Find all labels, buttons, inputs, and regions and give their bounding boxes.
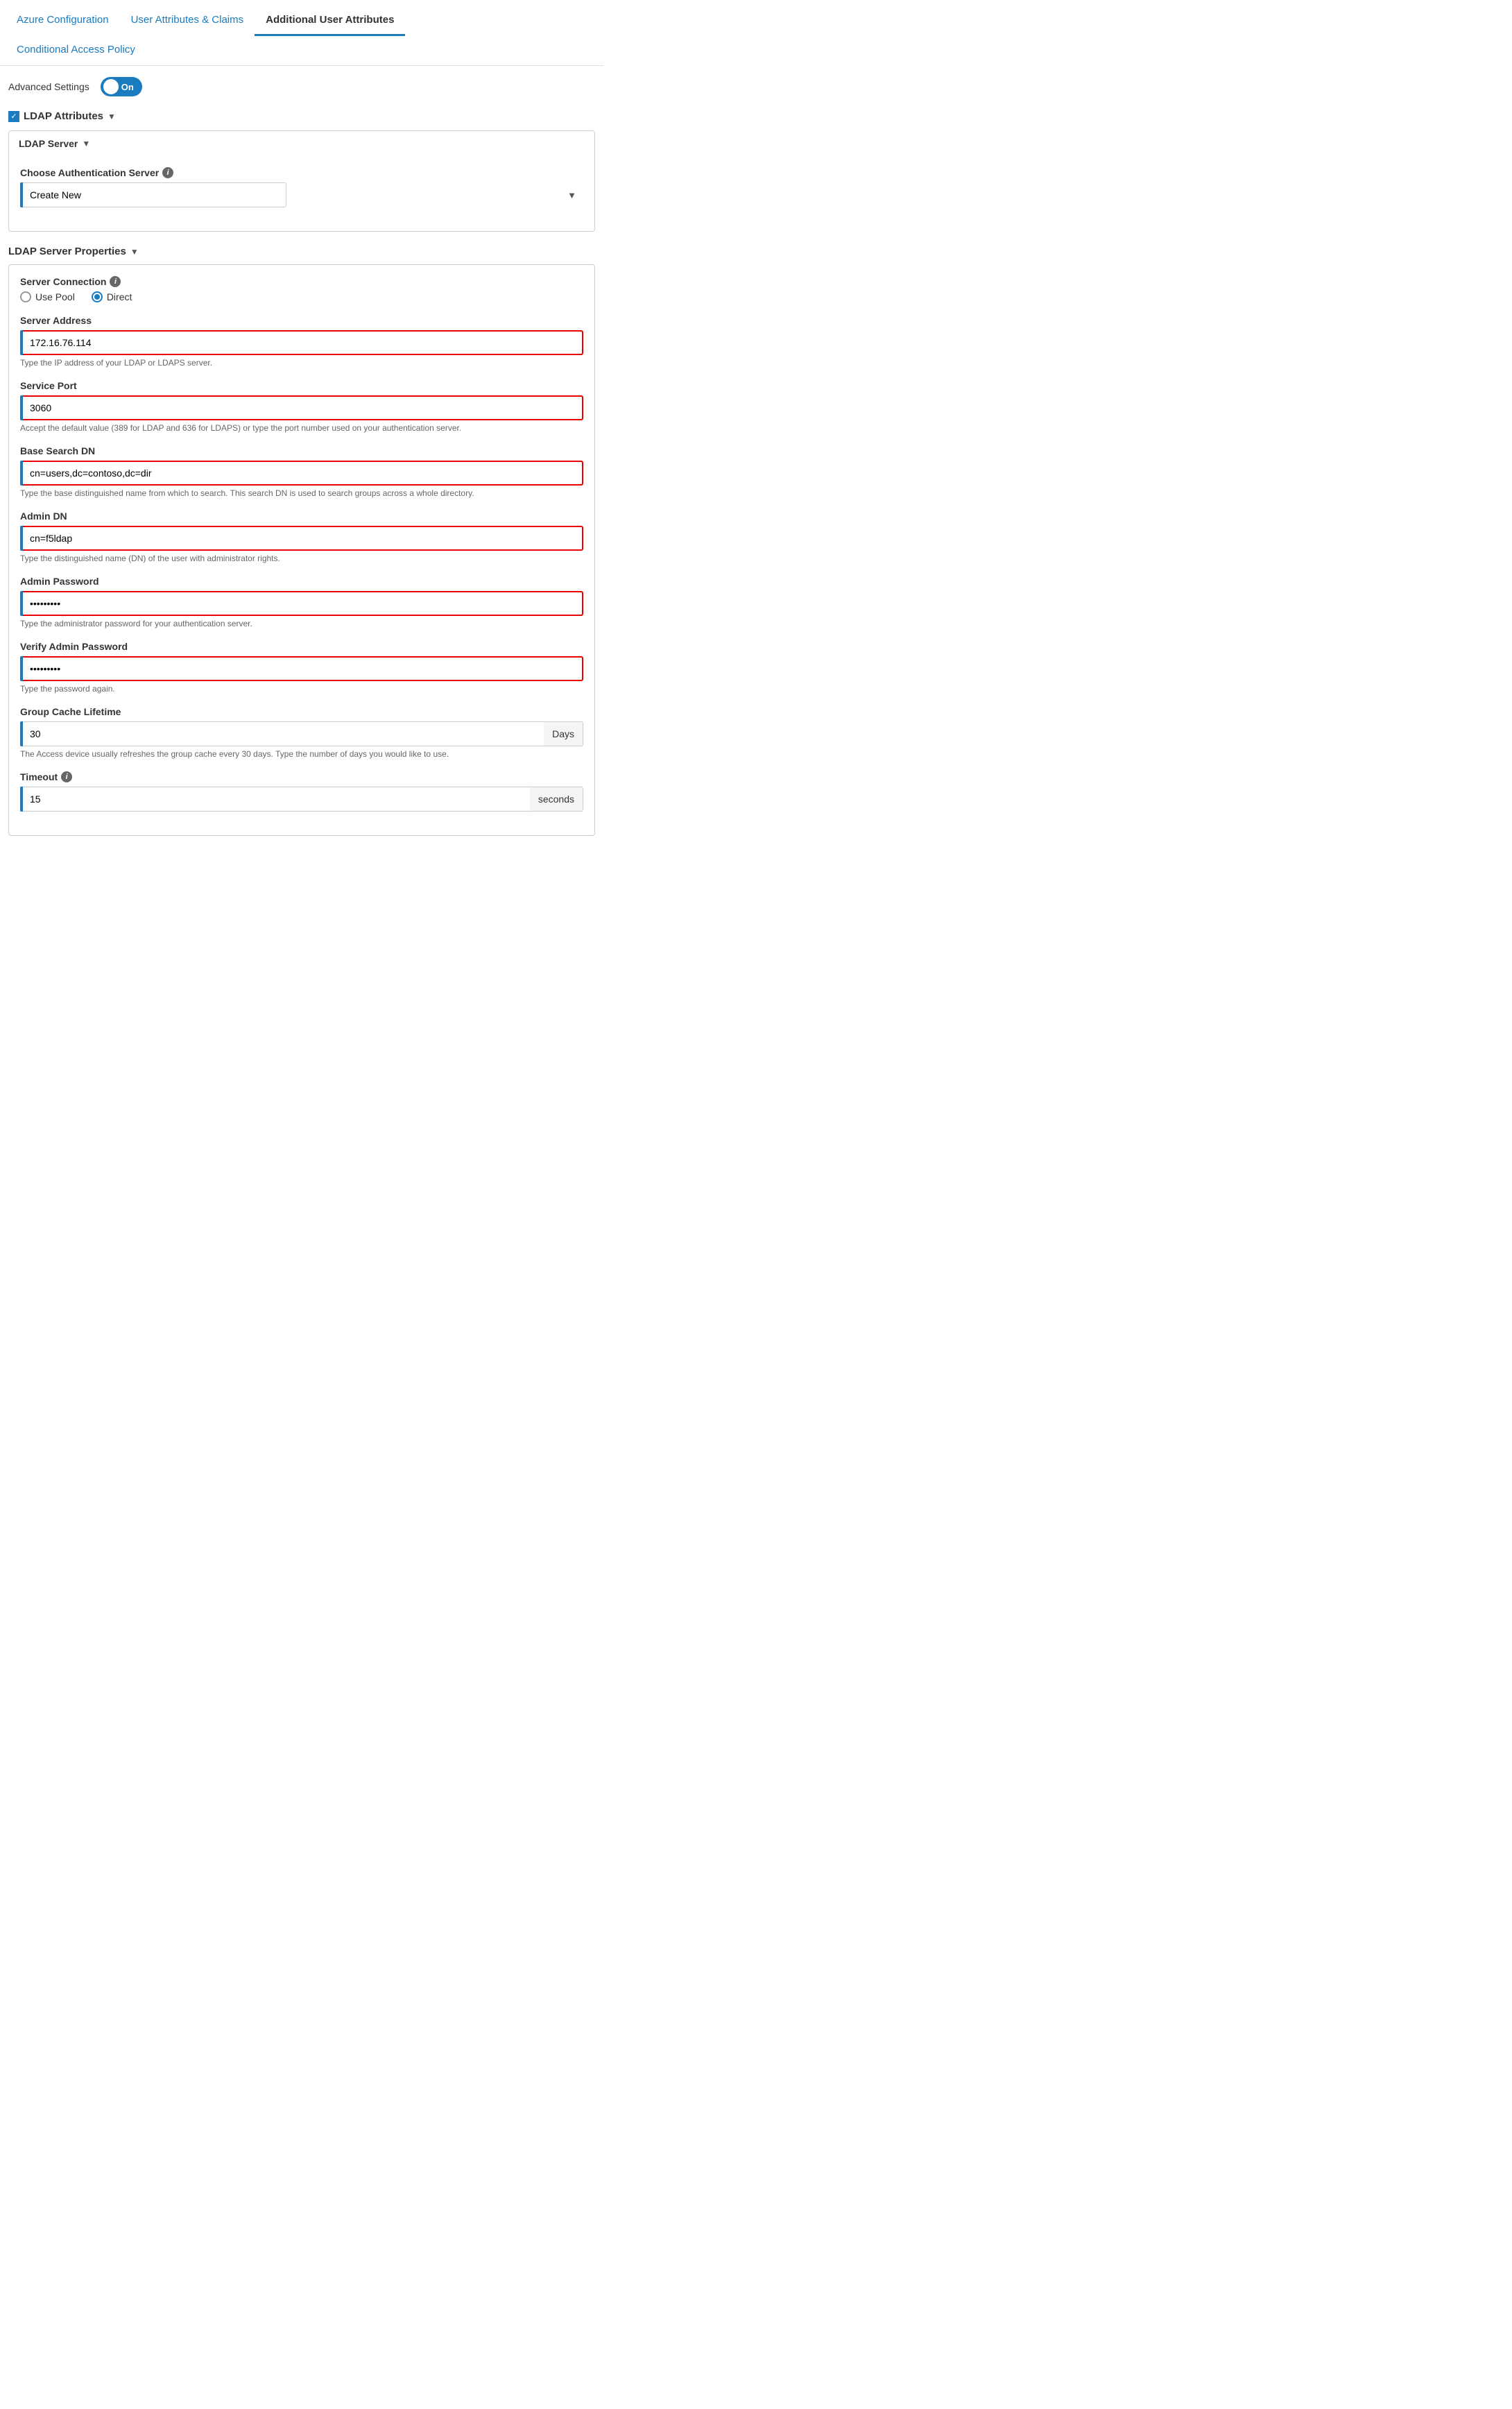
- server-address-input[interactable]: [23, 330, 583, 355]
- advanced-settings-toggle[interactable]: On: [101, 77, 142, 96]
- choose-auth-server-select[interactable]: Create New: [23, 182, 286, 207]
- admin-password-label: Admin Password: [20, 576, 583, 587]
- group-cache-lifetime-input[interactable]: [23, 721, 544, 746]
- service-port-hint: Accept the default value (389 for LDAP a…: [20, 423, 583, 433]
- admin-dn-hint: Type the distinguished name (DN) of the …: [20, 554, 583, 563]
- admin-password-input[interactable]: [23, 591, 583, 616]
- admin-dn-label: Admin DN: [20, 511, 583, 522]
- select-chevron-icon: ▼: [567, 190, 576, 200]
- ldap-attributes-title: LDAP Attributes: [24, 110, 103, 122]
- base-search-dn-group: Base Search DN Type the base distinguish…: [20, 445, 583, 498]
- direct-option[interactable]: Direct: [92, 291, 132, 302]
- admin-dn-wrapper: [20, 526, 583, 551]
- ldap-server-title: LDAP Server: [19, 138, 78, 149]
- server-address-wrapper: [20, 330, 583, 355]
- ldap-server-properties-card: Server Connection i Use Pool Direct: [8, 264, 595, 836]
- admin-dn-input[interactable]: [23, 526, 583, 551]
- base-search-dn-hint: Type the base distinguished name from wh…: [20, 488, 583, 498]
- direct-radio-inner: [94, 294, 100, 300]
- server-connection-label: Server Connection i: [20, 276, 583, 287]
- server-connection-info-icon: i: [110, 276, 121, 287]
- admin-password-group: Admin Password Type the administrator pa…: [20, 576, 583, 628]
- service-port-group: Service Port Accept the default value (3…: [20, 380, 583, 433]
- ldap-server-properties-content: Server Connection i Use Pool Direct: [9, 265, 594, 835]
- admin-password-hint: Type the administrator password for your…: [20, 619, 583, 628]
- timeout-label: Timeout i: [20, 771, 583, 782]
- timeout-input[interactable]: [23, 787, 530, 812]
- server-address-hint: Type the IP address of your LDAP or LDAP…: [20, 358, 583, 368]
- server-address-group: Server Address Type the IP address of yo…: [20, 315, 583, 368]
- ldap-server-content: Choose Authentication Server i Create Ne…: [9, 156, 594, 231]
- verify-admin-password-group: Verify Admin Password Type the password …: [20, 641, 583, 694]
- page-content: Advanced Settings On ✓ LDAP Attributes ▼…: [0, 66, 603, 861]
- server-address-label: Server Address: [20, 315, 583, 326]
- choose-auth-server-label: Choose Authentication Server i: [20, 167, 583, 178]
- choose-auth-server-wrapper: Create New ▼: [20, 182, 583, 207]
- nav-row-2: Conditional Access Policy: [0, 35, 603, 66]
- timeout-group: Timeout i seconds: [20, 771, 583, 812]
- service-port-wrapper: [20, 395, 583, 420]
- use-pool-radio[interactable]: [20, 291, 31, 302]
- verify-admin-password-input[interactable]: [23, 656, 583, 681]
- tab-azure-config[interactable]: Azure Configuration: [6, 6, 120, 36]
- base-search-dn-wrapper: [20, 461, 583, 486]
- service-port-label: Service Port: [20, 380, 583, 391]
- direct-label: Direct: [107, 291, 132, 302]
- service-port-input[interactable]: [23, 395, 583, 420]
- admin-password-wrapper: [20, 591, 583, 616]
- base-search-dn-label: Base Search DN: [20, 445, 583, 456]
- ldap-server-card: LDAP Server ▼ Choose Authentication Serv…: [8, 130, 595, 232]
- direct-radio[interactable]: [92, 291, 103, 302]
- verify-admin-password-hint: Type the password again.: [20, 684, 583, 694]
- base-search-dn-input[interactable]: [23, 461, 583, 486]
- toggle-text: On: [121, 82, 134, 92]
- group-cache-lifetime-group: Group Cache Lifetime Days The Access dev…: [20, 706, 583, 759]
- ldap-server-properties-arrow[interactable]: ▼: [130, 247, 139, 257]
- ldap-server-header[interactable]: LDAP Server ▼: [9, 131, 594, 156]
- use-pool-option[interactable]: Use Pool: [20, 291, 75, 302]
- nav-row-1: Azure Configuration User Attributes & Cl…: [0, 0, 603, 35]
- admin-dn-group: Admin DN Type the distinguished name (DN…: [20, 511, 583, 563]
- toggle-knob: [103, 79, 119, 94]
- tab-conditional-access[interactable]: Conditional Access Policy: [6, 35, 146, 66]
- ldap-attributes-arrow[interactable]: ▼: [108, 112, 116, 121]
- tab-additional-user-attrs[interactable]: Additional User Attributes: [255, 6, 405, 36]
- verify-admin-password-wrapper: [20, 656, 583, 681]
- group-cache-lifetime-hint: The Access device usually refreshes the …: [20, 749, 583, 759]
- use-pool-label: Use Pool: [35, 291, 75, 302]
- group-cache-lifetime-suffix: Days: [544, 721, 583, 746]
- ldap-server-properties-header-row: LDAP Server Properties ▼: [8, 246, 595, 257]
- timeout-suffix: seconds: [530, 787, 583, 812]
- ldap-attributes-header: ✓ LDAP Attributes ▼: [8, 110, 595, 122]
- advanced-settings-label: Advanced Settings: [8, 81, 89, 92]
- server-connection-radio-group: Use Pool Direct: [20, 291, 583, 302]
- group-cache-lifetime-wrapper: Days: [20, 721, 583, 746]
- tab-user-attributes[interactable]: User Attributes & Claims: [120, 6, 255, 36]
- ldap-server-properties-title: LDAP Server Properties: [8, 246, 126, 257]
- choose-auth-server-info-icon: i: [162, 167, 173, 178]
- ldap-attributes-checkbox[interactable]: ✓: [8, 111, 19, 122]
- choose-auth-server-group: Choose Authentication Server i Create Ne…: [20, 167, 583, 207]
- ldap-server-arrow: ▼: [82, 139, 90, 148]
- advanced-settings-row: Advanced Settings On: [8, 77, 595, 96]
- verify-admin-password-label: Verify Admin Password: [20, 641, 583, 652]
- group-cache-lifetime-label: Group Cache Lifetime: [20, 706, 583, 717]
- timeout-wrapper: seconds: [20, 787, 583, 812]
- server-connection-group: Server Connection i Use Pool Direct: [20, 276, 583, 302]
- timeout-info-icon: i: [61, 771, 72, 782]
